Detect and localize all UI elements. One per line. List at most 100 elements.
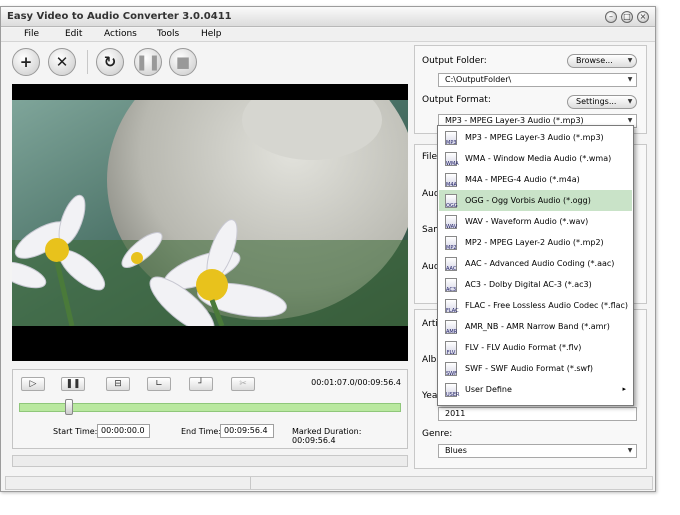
start-time-field[interactable]: 00:00:00.0	[97, 424, 150, 438]
clear-marks-button[interactable]: ✂	[231, 377, 255, 391]
pause-button[interactable]: ❚❚	[61, 377, 85, 391]
pause-conversion-button[interactable]: ❚❚	[134, 48, 162, 76]
browse-label: Browse...	[576, 56, 613, 65]
status-divider	[250, 477, 251, 489]
menu-actions[interactable]: Actions	[104, 29, 137, 39]
chevron-down-icon[interactable]: ▼	[625, 75, 635, 85]
x-icon: ✕	[55, 53, 69, 71]
genre-value: Blues	[445, 446, 467, 455]
start-time-label: Start Time:	[53, 427, 98, 436]
window-title: Easy Video to Audio Converter 3.0.0411	[7, 11, 232, 22]
seek-slider[interactable]	[19, 403, 401, 412]
close-button[interactable]: ×	[637, 11, 649, 23]
minimize-button[interactable]: –	[605, 11, 617, 23]
browse-button[interactable]: Browse... ▼	[567, 54, 637, 68]
output-folder-field[interactable]: C:\OutputFolder\ ▼	[438, 73, 637, 87]
format-option-label: AMR_NB - AMR Narrow Band (*.amr)	[465, 322, 610, 331]
status-bar	[5, 476, 653, 490]
file-format-icon: MP3	[445, 131, 457, 146]
file-format-icon: FLV	[445, 341, 457, 356]
pause-icon: ❚❚	[135, 53, 161, 71]
file-format-icon: SWF	[445, 362, 457, 377]
add-file-button[interactable]: +	[12, 48, 40, 76]
stop-conversion-button[interactable]: ■	[169, 48, 197, 76]
play-icon: ▷	[29, 379, 37, 389]
file-format-icon: AC3	[445, 278, 457, 293]
chevron-down-icon: ▼	[627, 98, 633, 105]
format-option[interactable]: M4A M4A - MPEG-4 Audio (*.m4a)	[439, 169, 632, 190]
format-option-label: FLV - FLV Audio Format (*.flv)	[465, 343, 582, 352]
menu-bar: File Edit Actions Tools Help	[1, 28, 655, 42]
file-format-icon: WMA	[445, 152, 459, 167]
format-option-label: WMA - Window Media Audio (*.wma)	[465, 154, 612, 163]
format-option-label: OGG - Ogg Vorbis Audio (*.ogg)	[465, 196, 591, 205]
file-format-icon: AMR	[445, 320, 457, 335]
menu-file[interactable]: File	[24, 29, 39, 39]
format-option[interactable]: FLAC FLAC - Free Lossless Audio Codec (*.…	[439, 295, 632, 316]
scissors-icon: ✂	[239, 379, 247, 389]
mark-in-icon: ∟	[155, 379, 163, 389]
output-folder-value: C:\OutputFolder\	[445, 75, 512, 84]
pause-icon: ❚❚	[65, 379, 81, 389]
format-option[interactable]: MP2 MP2 - MPEG Layer-2 Audio (*.mp2)	[439, 232, 632, 253]
convert-button[interactable]: ↻	[96, 48, 124, 76]
menu-tools[interactable]: Tools	[157, 29, 179, 39]
menu-help[interactable]: Help	[201, 29, 222, 39]
mark-start-button[interactable]: ∟	[147, 377, 171, 391]
format-option[interactable]: USER User Define ▸	[439, 379, 632, 400]
format-option[interactable]: AAC AAC - Advanced Audio Coding (*.aac)	[439, 253, 632, 274]
maximize-button[interactable]: □	[621, 11, 633, 23]
file-format-icon: USER	[445, 383, 459, 398]
format-option[interactable]: FLV FLV - FLV Audio Format (*.flv)	[439, 337, 632, 358]
format-option[interactable]: AMR AMR_NB - AMR Narrow Band (*.amr)	[439, 316, 632, 337]
genre-label: Genre:	[422, 429, 453, 439]
format-option-label: AC3 - Dolby Digital AC-3 (*.ac3)	[465, 280, 592, 289]
refresh-icon: ↻	[103, 53, 117, 71]
genre-select[interactable]: Blues ▼	[438, 444, 637, 458]
format-option[interactable]: MP3 MP3 - MPEG Layer-3 Audio (*.mp3)	[439, 127, 632, 148]
video-preview	[12, 84, 408, 361]
settings-button[interactable]: Settings... ▼	[567, 95, 637, 109]
settings-label: Settings...	[576, 97, 617, 106]
end-time-label: End Time:	[181, 427, 222, 436]
end-time-field[interactable]: 00:09:56.4	[220, 424, 274, 438]
output-format-dropdown: MP3 MP3 - MPEG Layer-3 Audio (*.mp3) WMA WM…	[437, 125, 634, 406]
file-format-icon: FLAC	[445, 299, 459, 314]
file-format-icon: WAV	[445, 215, 457, 230]
chevron-down-icon: ▼	[627, 57, 633, 64]
format-option-label: M4A - MPEG-4 Audio (*.m4a)	[465, 175, 580, 184]
format-option-label: AAC - Advanced Audio Coding (*.aac)	[465, 259, 615, 268]
output-format-label: Output Format:	[422, 95, 491, 105]
file-format-icon: AAC	[445, 257, 457, 272]
seek-thumb[interactable]	[64, 399, 73, 415]
submenu-arrow-icon: ▸	[622, 385, 626, 393]
playback-panel: ▷ ❚❚ ⊟ ∟ ┘ ✂ 00:01:07.0/00:09:56.4 Start…	[12, 369, 408, 449]
stop-button[interactable]: ⊟	[106, 377, 130, 391]
remove-file-button[interactable]: ✕	[48, 48, 76, 76]
output-format-value: MP3 - MPEG Layer-3 Audio (*.mp3)	[445, 116, 584, 125]
format-option[interactable]: WAV WAV - Waveform Audio (*.wav)	[439, 211, 632, 232]
year-field[interactable]: 2011	[438, 407, 637, 421]
format-option-label: FLAC - Free Lossless Audio Codec (*.flac…	[465, 301, 629, 310]
stop-icon: ■	[175, 53, 191, 71]
timecode: 00:01:07.0/00:09:56.4	[311, 378, 401, 387]
format-option[interactable]: OGG OGG - Ogg Vorbis Audio (*.ogg)	[439, 190, 632, 211]
video-frame-image	[12, 100, 408, 326]
output-folder-label: Output Folder:	[422, 56, 487, 66]
format-option-label: SWF - SWF Audio Format (*.swf)	[465, 364, 594, 373]
marked-duration: Marked Duration: 00:09:56.4	[292, 427, 362, 445]
toolbar-separator	[87, 50, 88, 74]
format-option[interactable]: AC3 AC3 - Dolby Digital AC-3 (*.ac3)	[439, 274, 632, 295]
format-option[interactable]: WMA WMA - Window Media Audio (*.wma)	[439, 148, 632, 169]
file-format-icon: M4A	[445, 173, 457, 188]
plus-icon: +	[19, 53, 33, 71]
file-format-icon: OGG	[445, 194, 458, 209]
menu-edit[interactable]: Edit	[65, 29, 82, 39]
format-option-label: MP3 - MPEG Layer-3 Audio (*.mp3)	[465, 133, 604, 142]
format-option-label: WAV - Waveform Audio (*.wav)	[465, 217, 589, 226]
format-option[interactable]: SWF SWF - SWF Audio Format (*.swf)	[439, 358, 632, 379]
chevron-down-icon[interactable]: ▼	[625, 446, 635, 456]
play-button[interactable]: ▷	[21, 377, 45, 391]
mark-end-button[interactable]: ┘	[189, 377, 213, 391]
output-settings-panel: Output Folder: Browse... ▼ C:\OutputFolde…	[414, 45, 647, 134]
